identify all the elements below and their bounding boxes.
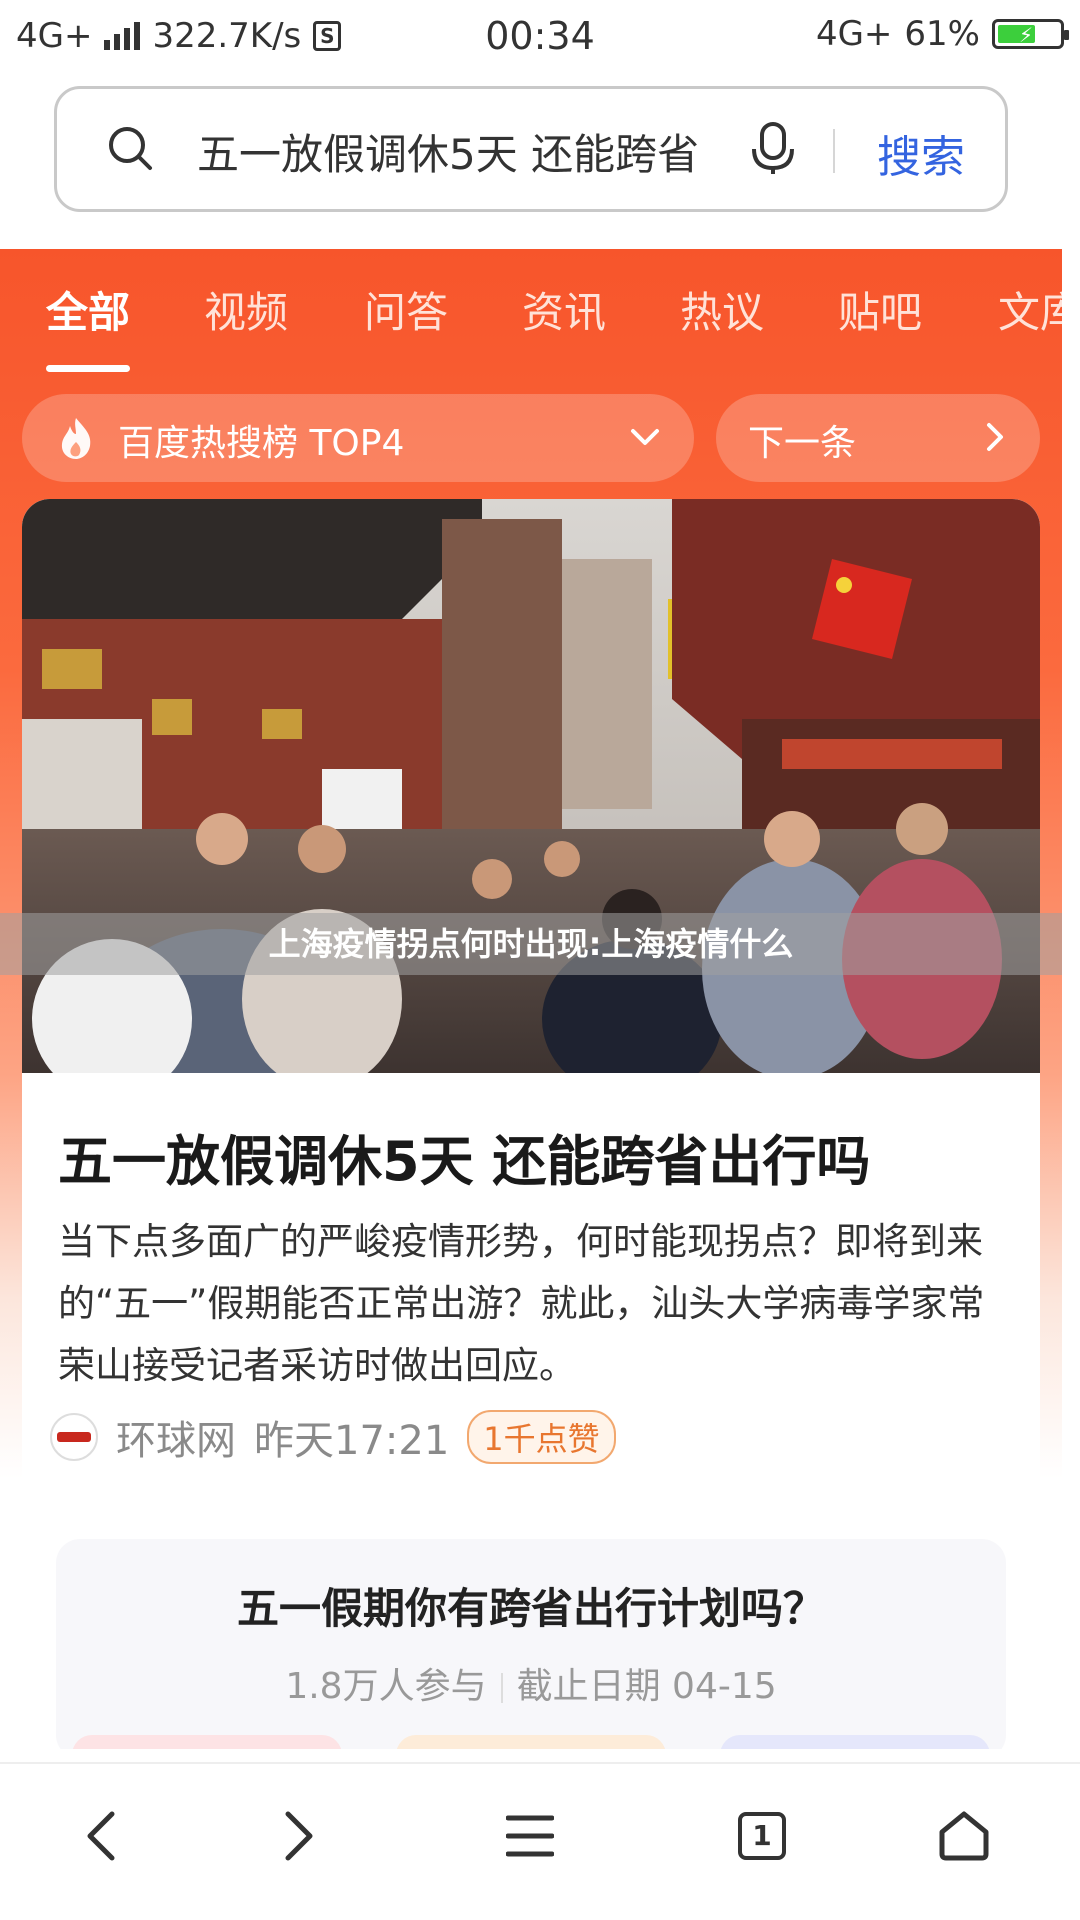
menu-button[interactable] — [498, 1804, 562, 1868]
likes-badge: 1千点赞 — [467, 1410, 616, 1464]
search-input[interactable]: 五一放假调休5天 还能跨省 — [197, 121, 777, 182]
source-name[interactable]: 环球网 — [116, 1408, 236, 1466]
publish-time: 昨天17:21 — [254, 1418, 450, 1464]
source-logo-icon — [50, 1413, 98, 1461]
poll-card[interactable]: 五一假期你有跨省出行计划吗？ 1.8万人参与 截止日期 04-15 — [56, 1539, 1006, 1749]
status-bar: 4G+ 322.7K/s S 00:34 4G+ 61% ⚡ — [0, 0, 1080, 74]
menu-icon — [506, 1815, 554, 1857]
search-divider — [833, 129, 835, 173]
battery-icon: ⚡ — [992, 19, 1069, 49]
poll-option[interactable] — [720, 1735, 990, 1749]
forward-button[interactable] — [266, 1804, 330, 1868]
poll-title: 五一假期你有跨省出行计划吗？ — [236, 1584, 825, 1633]
status-right: 4G+ 61% ⚡ — [815, 14, 1069, 54]
chevron-down-icon[interactable] — [628, 420, 662, 454]
tab-tieba[interactable]: 贴吧 — [838, 279, 922, 340]
home-button[interactable] — [932, 1804, 996, 1868]
search-box[interactable]: 五一放假调休5天 还能跨省 搜索 — [54, 86, 1008, 212]
result-card[interactable]: 五一放假调休5天 还能跨省出行吗 当下点多面广的严峻疫情形势，何时能现拐点？即将… — [22, 499, 1040, 1749]
back-button[interactable] — [70, 1804, 134, 1868]
tab-news[interactable]: 资讯 — [522, 279, 606, 340]
article-summary: 当下点多面广的严峻疫情形势，何时能现拐点？即将到来的“五一”假期能否正常出游？就… — [58, 1220, 985, 1387]
home-icon — [939, 1811, 989, 1861]
tab-count: 1 — [738, 1812, 786, 1860]
hot-search-label: 百度热搜榜 TOP4 — [118, 423, 405, 464]
poll-divider — [500, 1673, 503, 1703]
poll-deadline: 截止日期 04-15 — [516, 1666, 777, 1707]
bottom-navigation: 1 — [0, 1762, 1080, 1920]
network-type-right: 4G+ — [815, 14, 893, 54]
tab-discussion[interactable]: 热议 — [680, 279, 764, 340]
article-image[interactable] — [22, 499, 1040, 1073]
street-photo — [22, 499, 1040, 1073]
tab-qa[interactable]: 问答 — [364, 279, 448, 340]
poll-option[interactable] — [72, 1735, 342, 1749]
search-area: 五一放假调休5天 还能跨省 搜索 — [0, 74, 1080, 249]
back-icon — [87, 1811, 115, 1861]
next-item-button[interactable]: 下一条 — [716, 394, 1040, 482]
forward-icon — [285, 1811, 313, 1861]
article-title[interactable]: 五一放假调休5天 还能跨省出行吗 — [58, 1117, 870, 1196]
battery-percent: 61% — [904, 14, 980, 54]
flame-icon — [61, 418, 91, 459]
chevron-right-icon — [987, 423, 1003, 451]
search-icon — [109, 127, 152, 170]
hot-search-pill[interactable]: 百度热搜榜 TOP4 — [22, 394, 694, 482]
tab-video[interactable]: 视频 — [204, 279, 288, 340]
microphone-icon[interactable] — [749, 121, 797, 175]
poll-subtitle: 1.8万人参与 截止日期 04-15 — [56, 1657, 1006, 1709]
tabs-button[interactable]: 1 — [730, 1804, 794, 1868]
tab-all[interactable]: 全部 — [46, 279, 130, 340]
category-tabs: 全部 视频 问答 资讯 热议 贴吧 文库 — [0, 279, 1062, 349]
article-meta: 环球网 昨天17:21 1千点赞 — [50, 1409, 616, 1465]
next-item-label: 下一条 — [748, 423, 857, 464]
poll-participants: 1.8万人参与 — [285, 1666, 487, 1707]
poll-option[interactable] — [396, 1735, 666, 1749]
active-tab-indicator — [46, 365, 130, 372]
search-button[interactable]: 搜索 — [877, 121, 965, 185]
tab-wenku[interactable]: 文库 — [998, 279, 1062, 340]
watermark-caption: 上海疫情拐点何时出现:上海疫情什么 — [0, 913, 1062, 975]
charging-icon: ⚡ — [1019, 23, 1034, 47]
results-panel: 全部 视频 问答 资讯 热议 贴吧 文库 百度热搜榜 TOP4 下一条 五一放假… — [0, 249, 1062, 1749]
